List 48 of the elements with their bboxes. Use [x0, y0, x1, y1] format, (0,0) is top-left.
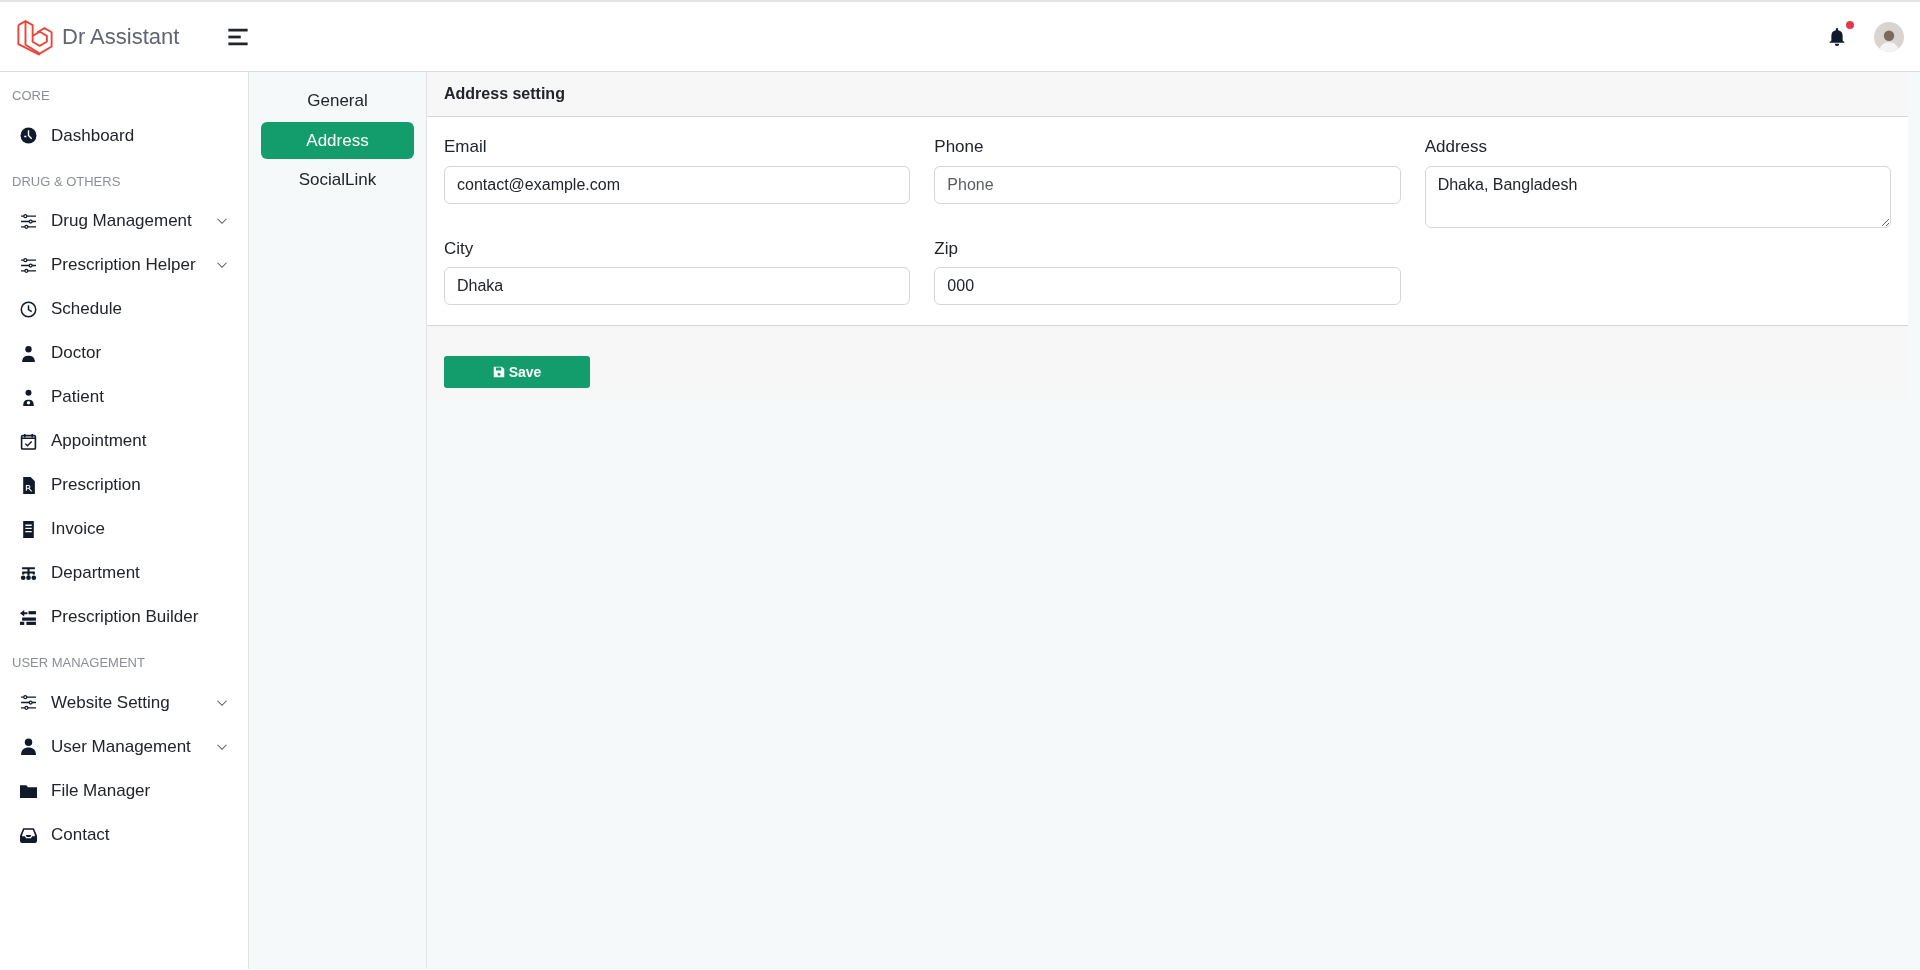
- input-field[interactable]: 000: [934, 267, 1401, 305]
- calendar-check-icon: [20, 432, 37, 450]
- sidebar-item[interactable]: File Manager: [0, 768, 248, 813]
- clock-icon: [20, 300, 37, 318]
- input-field[interactable]: contact@example.com: [444, 165, 911, 204]
- sidebar-item[interactable]: Prescription: [0, 463, 248, 507]
- field-label: Zip: [934, 237, 959, 260]
- sliders-icon: [20, 256, 37, 274]
- person-icon: [20, 344, 37, 362]
- input-field[interactable]: Dhaka: [444, 267, 911, 305]
- section-heading: DRUG & OTHERS: [11, 172, 122, 191]
- inbox-icon: [20, 826, 37, 843]
- sidebar-item[interactable]: User Management: [0, 724, 248, 769]
- user-icon: [20, 738, 37, 755]
- document-icon: [20, 476, 37, 494]
- sidebar-item[interactable]: Patient: [0, 375, 248, 419]
- hierarchy-icon: [20, 564, 37, 582]
- sidebar-item[interactable]: Schedule: [0, 287, 248, 331]
- brand-name: Dr Assistant: [62, 23, 180, 51]
- folder-icon: [20, 782, 37, 799]
- sliders-icon: [20, 212, 37, 230]
- field-label: Email: [444, 136, 488, 158]
- sidebar-item[interactable]: Appointment: [0, 419, 248, 463]
- tab[interactable]: SocialLink: [261, 161, 414, 199]
- sidebar-item[interactable]: Prescription Helper: [0, 243, 248, 287]
- field-label: City: [444, 237, 475, 260]
- sidebar-item[interactable]: Department: [0, 551, 248, 595]
- input-field[interactable]: Phone: [934, 165, 1401, 204]
- sidebar-item[interactable]: Doctor: [0, 331, 248, 375]
- sidebar-item[interactable]: Dashboard: [0, 113, 248, 158]
- list-arrow-icon: [20, 608, 37, 626]
- sidebar-item[interactable]: Contact: [0, 812, 248, 857]
- sidebar-item[interactable]: Prescription Builder: [0, 595, 248, 639]
- avatar[interactable]: [1874, 21, 1904, 52]
- sidebar-item[interactable]: Drug Management: [0, 199, 248, 243]
- person-icon: [20, 388, 37, 406]
- input-field[interactable]: Dhaka, Bangladesh: [1424, 165, 1891, 228]
- field-label: Phone: [934, 136, 985, 158]
- sidebar-item[interactable]: Invoice: [0, 507, 248, 551]
- field-label: Address: [1424, 136, 1489, 158]
- cube-logo-icon: [16, 17, 54, 56]
- sidebar-item[interactable]: Website Setting: [0, 680, 248, 725]
- section-heading: USER MANAGEMENT: [11, 654, 146, 672]
- tab[interactable]: General: [261, 82, 414, 120]
- bell-icon: [1828, 28, 1846, 47]
- section-heading: CORE: [11, 87, 51, 105]
- receipt-icon: [20, 520, 37, 538]
- sliders-icon: [20, 694, 37, 711]
